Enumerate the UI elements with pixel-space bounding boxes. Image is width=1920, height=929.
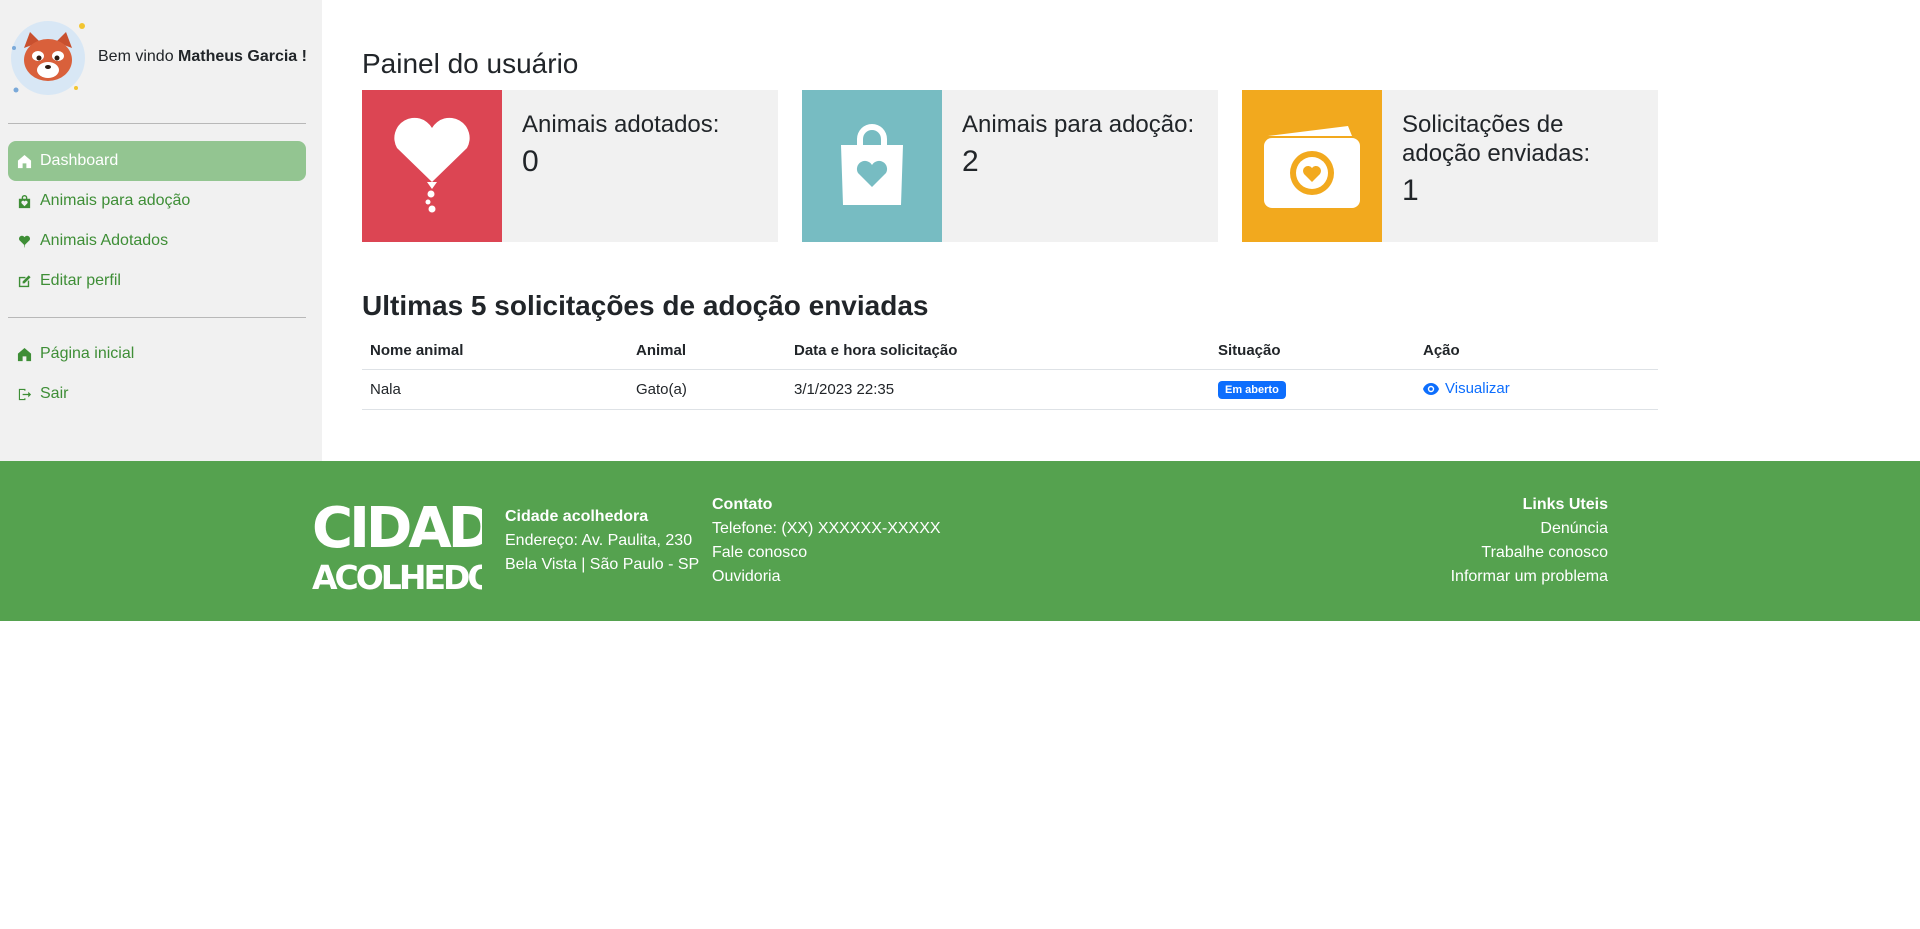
sidebar-item-label: Dashboard bbox=[40, 152, 119, 169]
card-count: 2 bbox=[962, 145, 979, 178]
footer-links-title: Links Uteis bbox=[1522, 496, 1608, 513]
section-title: Ultimas 5 solicitações de adoção enviada… bbox=[362, 290, 929, 321]
sidebar-item-label: Sair bbox=[40, 385, 69, 402]
column-header: Ação bbox=[1415, 332, 1658, 370]
card-info: Animais para adoção: 2 bbox=[942, 90, 1194, 242]
house-icon bbox=[16, 153, 32, 169]
cidade-acolhedora-logo: CIDADE ACOLHEDORA bbox=[312, 496, 544, 597]
sidebar-item-sair[interactable]: Sair bbox=[8, 374, 306, 414]
cell-acao: Visualizar bbox=[1415, 369, 1658, 410]
svg-text:CIDADE: CIDADE bbox=[312, 496, 482, 561]
footer-phone: Telefone: (XX) XXXXXX-XXXXX bbox=[712, 520, 941, 537]
page-title: Painel do usuário bbox=[362, 48, 579, 79]
sidebar-item-label: Animais Adotados bbox=[40, 232, 169, 249]
column-header: Data e hora solicitação bbox=[786, 332, 1210, 370]
sidebar-item-label: Editar perfil bbox=[40, 272, 121, 289]
greeting-prefix: Bem vindo bbox=[98, 48, 174, 65]
table-row: Nala Gato(a) 3/1/2023 22:35 Em aberto Vi… bbox=[362, 369, 1658, 410]
card-label: Animais para adoção: bbox=[962, 111, 1195, 138]
card-info: Animais adotados: 0 bbox=[502, 90, 719, 242]
requests-table: Nome animal Animal Data e hora solicitaç… bbox=[362, 332, 1658, 410]
footer-link-ouvidoria[interactable]: Ouvidoria bbox=[712, 565, 941, 589]
footer-address-line: Endereço: Av. Paulita, 230 bbox=[505, 532, 693, 549]
column-header: Nome animal bbox=[362, 332, 628, 370]
footer-contact: Contato Telefone: (XX) XXXXXX-XXXXX Fale… bbox=[712, 493, 941, 589]
footer-org-name: Cidade acolhedora bbox=[505, 508, 649, 525]
greeting: Bem vindo Matheus Garcia ! bbox=[98, 48, 307, 66]
card-tile bbox=[362, 90, 502, 242]
cell-data-hora: 3/1/2023 22:35 bbox=[786, 369, 1210, 410]
divider bbox=[8, 317, 306, 318]
footer: CIDADE ACOLHEDORA Cidade acolhedora Ende… bbox=[0, 461, 1920, 621]
footer-link-fale-conosco[interactable]: Fale conosco bbox=[712, 541, 941, 565]
sidebar-item-dashboard[interactable]: Dashboard bbox=[8, 141, 306, 181]
card-solicitacoes-enviadas: Solicitações de adoção enviadas: 1 bbox=[1242, 90, 1658, 242]
status-badge: Em aberto bbox=[1218, 381, 1286, 399]
column-header: Situação bbox=[1210, 332, 1415, 370]
footer-link-trabalhe-conosco[interactable]: Trabalhe conosco bbox=[1451, 541, 1608, 565]
house-icon bbox=[16, 346, 32, 362]
bag-heart-icon bbox=[841, 124, 903, 205]
logo: CIDADE ACOLHEDORA bbox=[310, 489, 544, 598]
table-header-row: Nome animal Animal Data e hora solicitaç… bbox=[362, 332, 1658, 370]
card-tile bbox=[1242, 90, 1382, 242]
divider bbox=[8, 123, 306, 124]
footer-links: Links Uteis Denúncia Trabalhe conosco In… bbox=[1451, 493, 1608, 589]
bag-heart-icon bbox=[16, 193, 32, 209]
svg-text:ACOLHEDORA: ACOLHEDORA bbox=[312, 558, 482, 593]
footer-link-denuncia[interactable]: Denúncia bbox=[1451, 517, 1608, 541]
sidebar-item-animais-para-adocao[interactable]: Animais para adoção bbox=[8, 181, 306, 221]
column-header: Animal bbox=[628, 332, 786, 370]
avatar bbox=[10, 18, 88, 96]
card-animais-para-adocao: Animais para adoção: 2 bbox=[802, 90, 1218, 242]
sidebar-item-animais-adotados[interactable]: Animais Adotados bbox=[8, 221, 306, 261]
edit-icon bbox=[16, 273, 32, 289]
wallet-heart-icon bbox=[1264, 126, 1360, 208]
cell-situacao: Em aberto bbox=[1210, 369, 1415, 410]
view-link-label: Visualizar bbox=[1445, 380, 1510, 398]
sidebar-item-label: Página inicial bbox=[40, 345, 135, 362]
cell-animal: Gato(a) bbox=[628, 369, 786, 410]
card-info: Solicitações de adoção enviadas: 1 bbox=[1382, 90, 1622, 242]
sidebar-nav-secondary: Página inicial Sair bbox=[8, 334, 306, 414]
eye-icon bbox=[1423, 382, 1439, 395]
card-count: 1 bbox=[1402, 174, 1419, 207]
sidebar-item-editar-perfil[interactable]: Editar perfil bbox=[8, 261, 306, 301]
heart-balloon-icon bbox=[394, 117, 470, 213]
footer-contact-title: Contato bbox=[712, 496, 773, 513]
cell-nome-animal: Nala bbox=[362, 369, 628, 410]
user-block: Bem vindo Matheus Garcia ! bbox=[10, 18, 307, 96]
sidebar: Bem vindo Matheus Garcia ! Dashboard Ani… bbox=[0, 0, 322, 461]
card-count: 0 bbox=[522, 145, 539, 178]
card-label: Animais adotados: bbox=[522, 111, 720, 138]
card-label: Solicitações de adoção enviadas: bbox=[1402, 111, 1591, 167]
sidebar-item-label: Animais para adoção bbox=[40, 192, 191, 209]
user-name: Matheus Garcia ! bbox=[178, 48, 307, 65]
footer-address-line: Bela Vista | São Paulo - SP bbox=[505, 556, 700, 573]
red-panda-avatar-icon bbox=[11, 21, 85, 95]
sidebar-item-pagina-inicial[interactable]: Página inicial bbox=[8, 334, 306, 374]
heart-icon bbox=[16, 233, 32, 249]
footer-address: Cidade acolhedora Endereço: Av. Paulita,… bbox=[505, 505, 699, 577]
exit-icon bbox=[16, 386, 32, 402]
view-link[interactable]: Visualizar bbox=[1423, 380, 1510, 397]
sidebar-nav: Dashboard Animais para adoção Animais Ad… bbox=[8, 141, 306, 301]
card-animais-adotados: Animais adotados: 0 bbox=[362, 90, 778, 242]
footer-link-informar-problema[interactable]: Informar um problema bbox=[1451, 565, 1608, 589]
card-tile bbox=[802, 90, 942, 242]
